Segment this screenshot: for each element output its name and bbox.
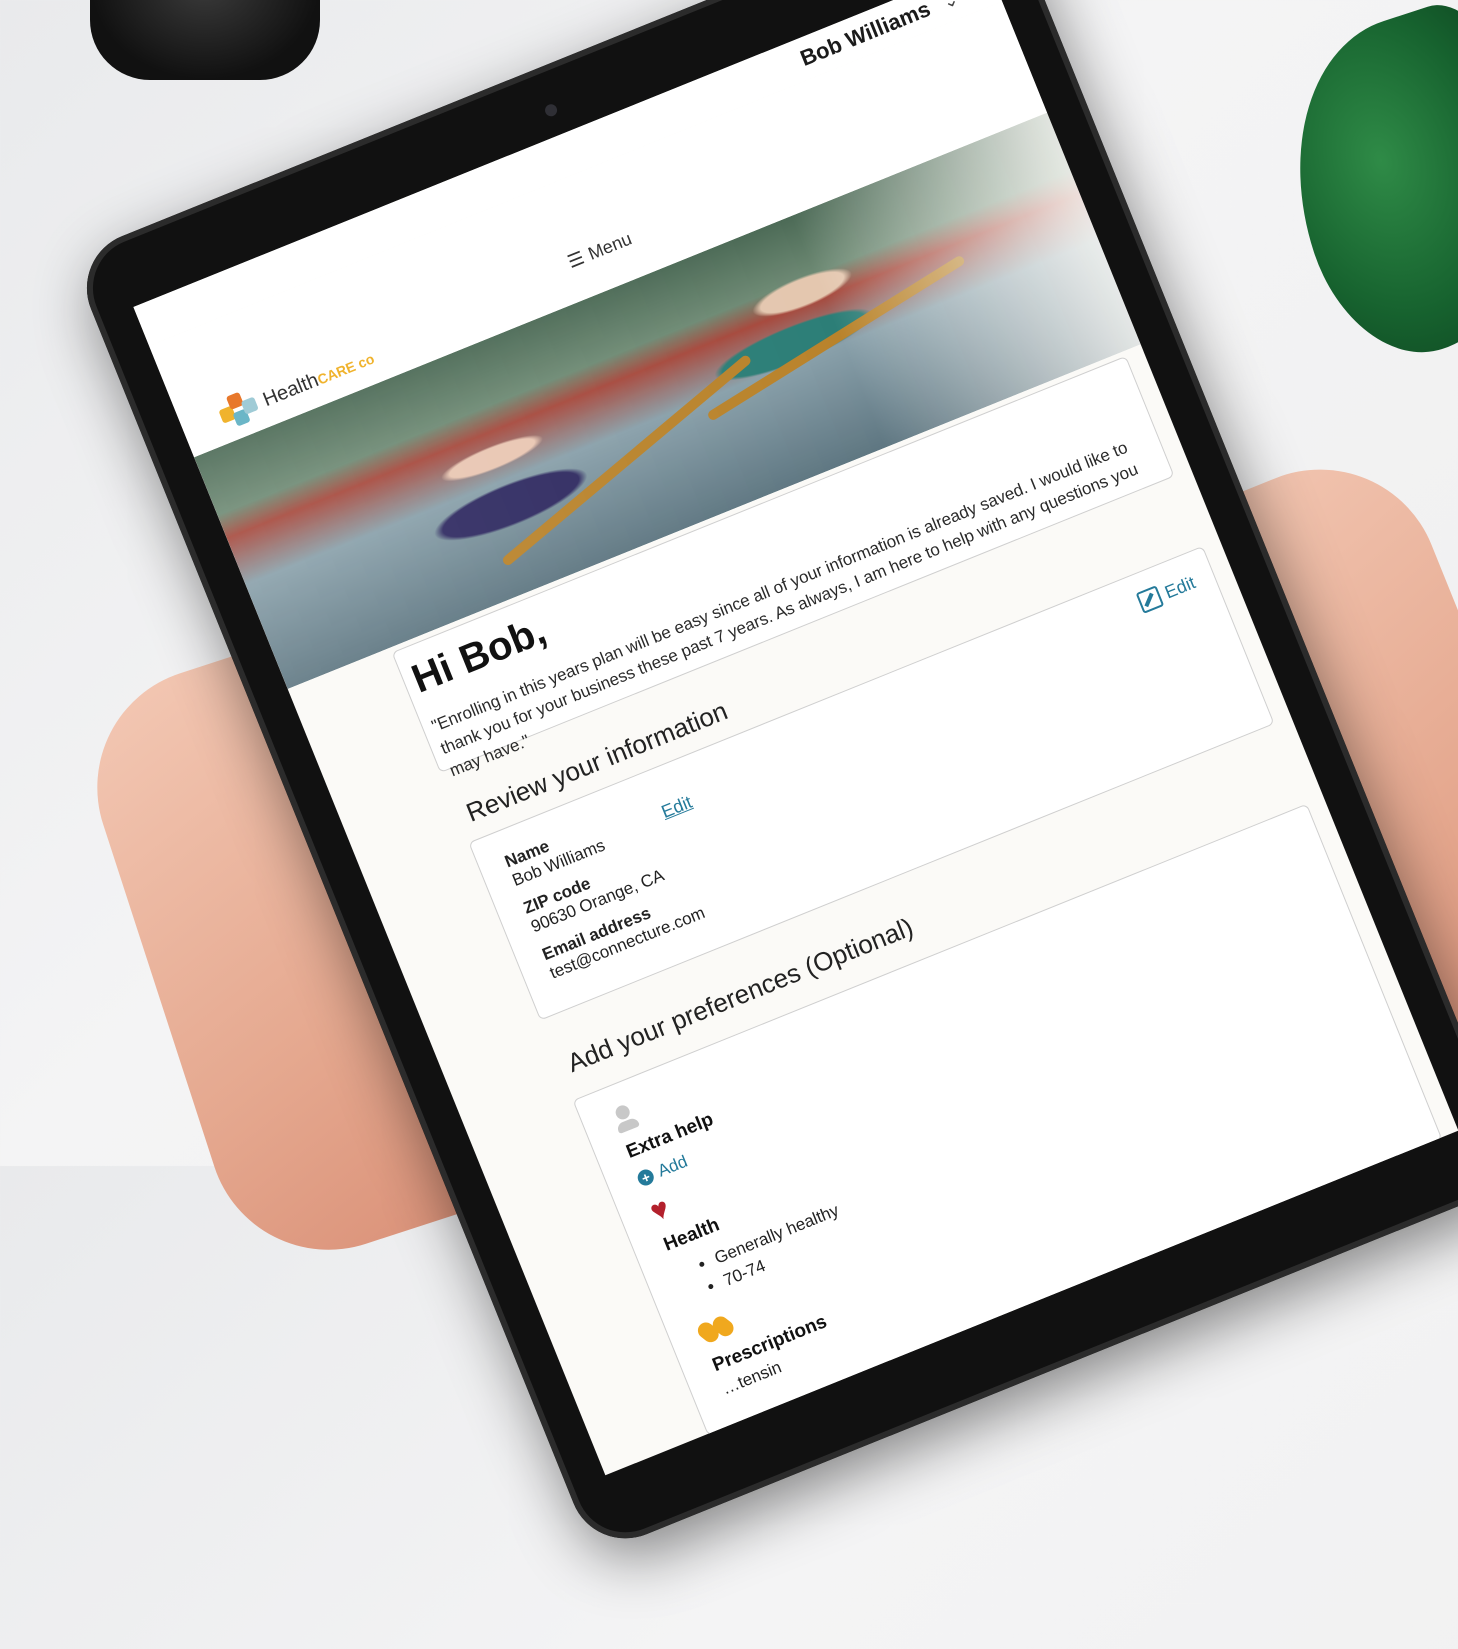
tablet-wrapper: Bob Williams ⌄ HealthCARE co ☰ Menu Hi B… xyxy=(0,0,1458,1565)
logo-suffix: CARE co xyxy=(314,349,377,388)
menu-button[interactable]: ☰ Menu xyxy=(565,228,635,273)
edit-link[interactable]: Edit xyxy=(659,792,696,823)
chevron-down-icon[interactable]: ⌄ xyxy=(940,0,962,14)
paddle-shape xyxy=(706,254,967,422)
menu-label: Menu xyxy=(585,228,635,264)
tablet-device: Bob Williams ⌄ HealthCARE co ☰ Menu Hi B… xyxy=(70,0,1458,1556)
logo-prefix: Health xyxy=(259,368,322,411)
edit-label: Edit xyxy=(1161,571,1199,602)
person-icon xyxy=(610,1100,646,1136)
logo-icon xyxy=(215,388,262,435)
pills-icon xyxy=(694,1312,738,1347)
plus-icon: + xyxy=(635,1167,657,1188)
edit-icon xyxy=(1135,585,1165,614)
add-label: Add xyxy=(654,1151,691,1181)
hamburger-icon: ☰ xyxy=(564,247,588,273)
heart-icon: ♥ xyxy=(645,1191,675,1229)
health-list: Generally healthy 70-74 xyxy=(694,1199,851,1300)
edit-button[interactable]: Edit xyxy=(1135,571,1199,614)
tablet-screen: Bob Williams ⌄ HealthCARE co ☰ Menu Hi B… xyxy=(133,0,1458,1476)
camera-icon xyxy=(543,102,559,119)
